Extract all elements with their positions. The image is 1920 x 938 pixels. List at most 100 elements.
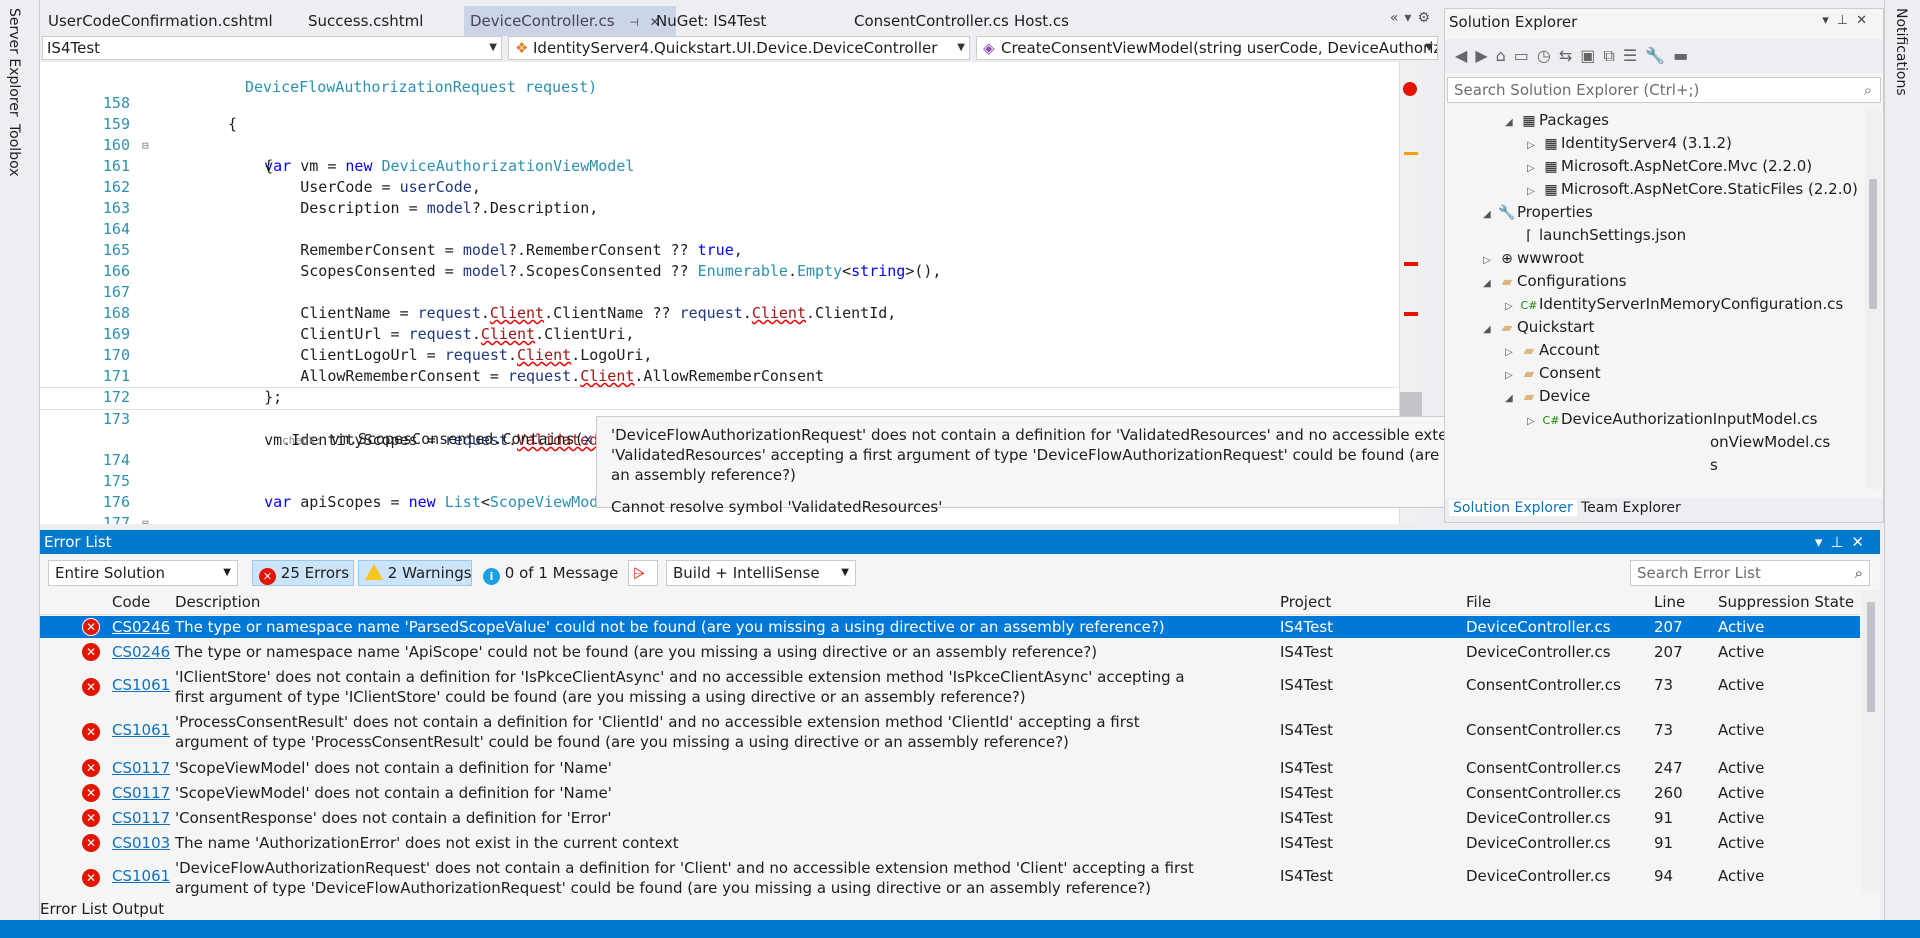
error-list-scrollbar[interactable] — [1862, 590, 1880, 892]
method-icon: ◈ — [983, 39, 995, 57]
header-description[interactable]: Description — [175, 590, 260, 614]
header-file[interactable]: File — [1466, 590, 1491, 614]
error-code[interactable]: CS0103 — [112, 832, 170, 854]
error-line: 73 — [1654, 721, 1674, 739]
error-code[interactable]: CS0246 — [112, 616, 170, 638]
table-row[interactable]: ✕ CS0117 'ConsentResponse' does not cont… — [40, 807, 1860, 829]
navigation-bar: IS4Test ▼ ❖ IdentityServer4.Quickstart.U… — [40, 36, 1440, 62]
table-row[interactable]: ✕ CS1061 'IClientStore' does not contain… — [40, 666, 1860, 708]
error-code[interactable]: CS1061 — [112, 721, 170, 739]
header-code[interactable]: Code — [112, 590, 150, 614]
code-line-161: 161 UserCode = userCode, — [40, 135, 1400, 196]
scroll-thumb[interactable] — [1869, 179, 1877, 309]
tab-usercodeconfirmation[interactable]: UserCodeConfirmation.cshtml — [42, 6, 279, 36]
table-row[interactable]: ✕ CS0246 The type or namespace name 'Api… — [40, 641, 1860, 663]
error-code[interactable]: CS0117 — [112, 807, 170, 829]
chevron-down-icon: ▼ — [957, 42, 965, 53]
notifications-tab[interactable]: Notifications — [1893, 8, 1909, 96]
error-code[interactable]: CS0117 — [112, 782, 170, 804]
tree-item-deviceviewmodel[interactable]: onViewModel.cs — [1710, 431, 1830, 454]
tab-consentcontroller[interactable]: ConsentController.cs — [848, 6, 1015, 36]
collapse-icon[interactable]: ⊟ — [142, 513, 149, 524]
tab-output[interactable]: Output — [112, 900, 164, 918]
error-icon: ✕ — [82, 834, 100, 852]
clear-filter-button[interactable]: ⩥ — [628, 560, 658, 586]
error-icon: ✕ — [82, 643, 100, 661]
solution-toolbar[interactable]: ◀▶⌂▭◷⇆▣⧉☰🔧▬ — [1445, 39, 1883, 73]
error-state: Active — [1718, 784, 1765, 802]
tree-item-account[interactable]: ▷ ▰ Account — [1505, 339, 1600, 362]
tab-nuget[interactable]: NuGet: IS4Test — [650, 6, 772, 36]
tree-item-deviceinputmodel[interactable]: ▷ C# DeviceAuthorizationInputModel.cs — [1527, 408, 1817, 431]
panel-tools[interactable]: ▾⊥✕ — [1822, 13, 1875, 28]
error-code[interactable]: CS1061 — [112, 676, 170, 694]
error-code[interactable]: CS0246 — [112, 641, 170, 663]
table-row[interactable]: ✕ CS0117 'ScopeViewModel' does not conta… — [40, 782, 1860, 804]
table-row[interactable]: ✕ CS0117 'ScopeViewModel' does not conta… — [40, 757, 1860, 779]
table-row[interactable]: ✕ CS0246 The type or namespace name 'Par… — [40, 616, 1860, 638]
folder-icon: ▰ — [1523, 366, 1535, 382]
error-state: Active — [1718, 618, 1765, 636]
tree-item-packages[interactable]: ◢ ▦ Packages — [1505, 109, 1609, 132]
tree-item-properties[interactable]: ◢ 🔧Properties — [1483, 201, 1593, 224]
solution-scrollbar[interactable] — [1865, 109, 1881, 489]
table-row[interactable]: ✕ CS1061 'ProcessConsentResult' does not… — [40, 711, 1860, 753]
tree-item-configurations[interactable]: ◢ ▰ Configurations — [1483, 270, 1627, 293]
error-file: ConsentController.cs — [1466, 676, 1621, 694]
scope-dropdown[interactable]: Entire Solution ▼ — [48, 560, 238, 586]
tree-item-quickstart[interactable]: ◢ ▰ Quickstart — [1483, 316, 1594, 339]
error-file: DeviceController.cs — [1466, 834, 1611, 852]
tab-overflow-tools[interactable]: «▾⚙ — [1390, 10, 1436, 26]
error-file: ConsentController.cs — [1466, 721, 1621, 739]
error-project: IS4Test — [1280, 784, 1334, 802]
tab-team-explorer[interactable]: Team Explorer — [1581, 500, 1681, 516]
line-number: 177 — [102, 514, 130, 524]
tree-item-consent[interactable]: ▷ ▰ Consent — [1505, 362, 1601, 385]
messages-filter-button[interactable]: i 0 of 1 Message — [476, 560, 618, 586]
error-code[interactable]: CS0117 — [112, 757, 170, 779]
table-row[interactable]: ✕ CS1061 'DeviceFlowAuthorizationRequest… — [40, 857, 1860, 899]
build-filter-dropdown[interactable]: Build + IntelliSense ▼ — [666, 560, 856, 586]
tab-devicecontroller[interactable]: DeviceController.cs ⊣ ✕ — [464, 6, 676, 36]
tree-item-device[interactable]: ◢ ▰ Device — [1505, 385, 1590, 408]
tree-item-wwwroot[interactable]: ▷ ⊕ wwwroot — [1483, 247, 1584, 270]
package-icon: ▦ — [1544, 136, 1558, 152]
warnings-filter-button[interactable]: 2 Warnings — [358, 560, 472, 586]
pin-icon[interactable]: ⊣ — [629, 16, 639, 29]
error-search-input[interactable]: Search Error List ⌕ — [1630, 560, 1870, 586]
error-marker-icon — [1404, 312, 1418, 316]
sync-icon: ⇆ — [1558, 46, 1581, 65]
tree-item-partial[interactable]: s — [1710, 454, 1718, 477]
close-icon: ✕ — [1851, 533, 1872, 551]
tree-item-launchsettings[interactable]: ⌈ launchSettings.json — [1505, 224, 1686, 247]
scroll-thumb[interactable] — [1867, 602, 1875, 712]
member-dropdown[interactable]: ◈ CreateConsentViewModel(string userCode… — [976, 36, 1438, 60]
status-bar — [0, 920, 1920, 938]
header-line[interactable]: Line — [1654, 590, 1685, 614]
tab-host[interactable]: Host.cs — [1008, 6, 1075, 36]
warning-icon — [365, 564, 383, 580]
switch-views-icon: ▭ — [1513, 46, 1537, 65]
header-suppression[interactable]: Suppression State — [1718, 590, 1854, 614]
solution-bottom-tabs: Solution Explorer Team Explorer — [1445, 498, 1883, 522]
table-row[interactable]: ✕ CS0103 The name 'AuthorizationError' d… — [40, 832, 1860, 854]
project-dropdown[interactable]: IS4Test ▼ — [42, 36, 502, 60]
tree-item-identityserver4[interactable]: ▷ ▦ IdentityServer4 (3.1.2) — [1527, 132, 1732, 155]
error-project: IS4Test — [1280, 676, 1334, 694]
error-code[interactable]: CS1061 — [112, 867, 170, 885]
solution-explorer: Solution Explorer ▾⊥✕ ◀▶⌂▭◷⇆▣⧉☰🔧▬ Search… — [1444, 8, 1884, 523]
server-explorer-tab[interactable]: Server Explorer — [6, 8, 22, 117]
tree-item-inmemoryconfig[interactable]: ▷ C# IdentityServerInMemoryConfiguration.c… — [1505, 293, 1843, 316]
forward-icon: ▶ — [1475, 46, 1496, 65]
tab-success[interactable]: Success.cshtml — [302, 6, 429, 36]
header-project[interactable]: Project — [1280, 590, 1331, 614]
tree-item-staticfiles[interactable]: ▷ ▦ Microsoft.AspNetCore.StaticFiles (2.2.… — [1527, 178, 1858, 201]
panel-tools[interactable]: ▾⊥✕ — [1815, 530, 1872, 554]
errors-filter-button[interactable]: ✕ 25 Errors — [252, 560, 354, 586]
class-dropdown[interactable]: ❖ IdentityServer4.Quickstart.UI.Device.D… — [508, 36, 970, 60]
solution-search-input[interactable]: Search Solution Explorer (Ctrl+;) ⌕ — [1447, 77, 1881, 103]
tree-item-mvc[interactable]: ▷ ▦ Microsoft.AspNetCore.Mvc (2.2.0) — [1527, 155, 1812, 178]
toolbox-tab[interactable]: Toolbox — [6, 124, 22, 177]
tab-error-list[interactable]: Error List — [40, 900, 108, 918]
tab-solution-explorer[interactable]: Solution Explorer — [1449, 500, 1577, 516]
